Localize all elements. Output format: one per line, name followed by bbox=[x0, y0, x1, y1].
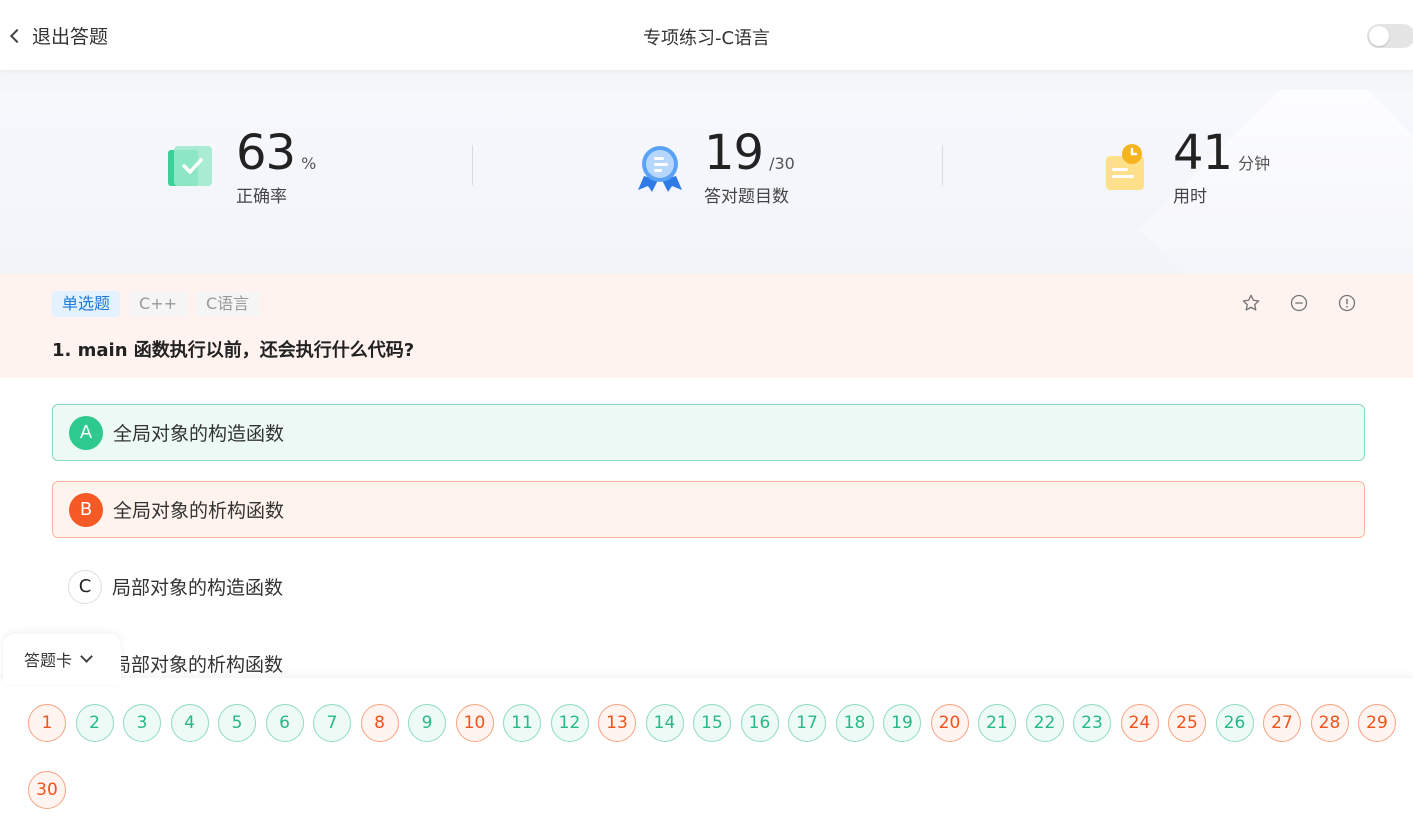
answer-card-item[interactable]: 30 bbox=[28, 771, 66, 809]
answer-card-item[interactable]: 12 bbox=[550, 704, 589, 742]
award-medal-icon bbox=[634, 142, 686, 194]
tag-topic: C语言 bbox=[196, 291, 260, 317]
answer-card-item[interactable]: 15 bbox=[693, 704, 731, 742]
answer-card-item[interactable]: 18 bbox=[835, 704, 874, 742]
correct-count-value: 19 bbox=[704, 125, 764, 181]
correct-count-stat: 19/30 答对题目数 bbox=[634, 128, 795, 207]
option-c[interactable]: C 局部对象的构造函数 bbox=[52, 558, 1365, 615]
question-tools bbox=[1240, 292, 1358, 314]
answer-card: 1 2 3 4 5 6 7 8 9 10 11 12 13 14 15 16 17 18 19 20 21 22 23 24 2… bbox=[0, 678, 1413, 828]
question-tags: 单选题 C++ C语言 bbox=[52, 291, 260, 317]
option-text: 全局对象的构造函数 bbox=[113, 423, 285, 445]
question-panel: 单选题 C++ C语言 1. main 函数执行以前，还会执行什么代码? bbox=[0, 274, 1413, 378]
answer-card-item[interactable]: 23 bbox=[1073, 704, 1111, 742]
answer-card-item[interactable]: 10 bbox=[455, 704, 494, 742]
answer-card-grid: 1 2 3 4 5 6 7 8 9 10 11 12 13 14 15 16 17 18 19 20 21 22 23 24 2… bbox=[28, 704, 1413, 809]
answer-card-item[interactable]: 24 bbox=[1120, 704, 1159, 742]
tag-topic: C++ bbox=[129, 291, 187, 317]
time-spent-label: 用时 bbox=[1173, 187, 1207, 207]
answer-card-item[interactable]: 25 bbox=[1168, 704, 1206, 742]
option-text: 局部对象的构造函数 bbox=[112, 577, 284, 599]
answer-card-item[interactable]: 28 bbox=[1310, 704, 1349, 742]
answer-card-item[interactable]: 27 bbox=[1263, 704, 1301, 742]
option-text: 局部对象的析构函数 bbox=[112, 654, 284, 676]
time-spent-unit: 分钟 bbox=[1238, 154, 1271, 173]
option-text: 全局对象的析构函数 bbox=[113, 500, 285, 522]
option-letter: A bbox=[69, 415, 103, 450]
answer-card-item[interactable]: 11 bbox=[503, 704, 541, 742]
minus-circle-icon[interactable] bbox=[1288, 292, 1310, 314]
options-area: A 全局对象的构造函数 B 全局对象的析构函数 C 局部对象的构造函数 D 局部… bbox=[0, 378, 1413, 681]
tag-question-type: 单选题 bbox=[52, 291, 121, 317]
checkbook-icon bbox=[166, 142, 218, 194]
answer-card-item[interactable]: 26 bbox=[1215, 704, 1254, 742]
answer-card-item[interactable]: 19 bbox=[883, 704, 921, 742]
answer-card-item[interactable]: 2 bbox=[75, 704, 114, 742]
answer-card-toggle[interactable]: 答题卡 bbox=[3, 634, 121, 684]
answer-card-item[interactable]: 17 bbox=[788, 704, 826, 742]
answer-card-item[interactable]: 1 bbox=[28, 704, 66, 742]
option-letter: C bbox=[68, 569, 102, 604]
answer-card-item[interactable]: 7 bbox=[313, 704, 351, 742]
time-spent-stat: 41 分钟 用时 bbox=[1103, 128, 1270, 207]
divider bbox=[942, 145, 943, 185]
time-spent-value: 41 bbox=[1173, 125, 1233, 181]
answer-card-item[interactable]: 3 bbox=[123, 704, 161, 742]
answer-card-item[interactable]: 4 bbox=[170, 704, 209, 742]
question-text: 1. main 函数执行以前，还会执行什么代码? bbox=[52, 340, 415, 361]
answer-card-item[interactable]: 21 bbox=[978, 704, 1016, 742]
accuracy-stat: 63% 正确率 bbox=[166, 128, 316, 207]
page-title: 专项练习-C语言 bbox=[642, 28, 771, 49]
answer-card-item[interactable]: 9 bbox=[408, 704, 446, 742]
option-b[interactable]: B 全局对象的析构函数 bbox=[52, 481, 1365, 538]
accuracy-value: 63 bbox=[236, 125, 296, 181]
star-icon[interactable] bbox=[1240, 292, 1262, 314]
answer-card-item[interactable]: 13 bbox=[598, 704, 636, 742]
report-icon[interactable] bbox=[1336, 292, 1358, 314]
answer-card-item[interactable]: 5 bbox=[218, 704, 256, 742]
chevron-down-icon bbox=[80, 650, 93, 663]
answer-card-item[interactable]: 22 bbox=[1025, 704, 1064, 742]
answer-card-item[interactable]: 29 bbox=[1358, 704, 1396, 742]
answer-card-item[interactable]: 6 bbox=[265, 704, 304, 742]
divider bbox=[472, 145, 473, 185]
option-letter: B bbox=[69, 492, 103, 527]
clock-note-icon bbox=[1103, 142, 1155, 194]
mode-toggle[interactable] bbox=[1367, 24, 1413, 48]
accuracy-label: 正确率 bbox=[236, 187, 287, 207]
answer-card-item[interactable]: 8 bbox=[360, 704, 399, 742]
answer-card-item[interactable]: 14 bbox=[645, 704, 684, 742]
answer-card-item[interactable]: 16 bbox=[740, 704, 779, 742]
correct-count-label: 答对题目数 bbox=[704, 187, 789, 207]
header: 退出答题 专项练习-C语言 bbox=[0, 0, 1413, 70]
toggle-knob bbox=[1369, 26, 1389, 46]
accuracy-unit: % bbox=[301, 154, 317, 173]
option-a[interactable]: A 全局对象的构造函数 bbox=[52, 404, 1365, 461]
answer-card-item[interactable]: 20 bbox=[930, 704, 969, 742]
answer-card-label: 答题卡 bbox=[24, 651, 73, 670]
correct-count-unit: /30 bbox=[769, 154, 795, 173]
result-summary: 63% 正确率 19/30 答对题目数 41 分钟 用时 bbox=[0, 90, 1413, 274]
